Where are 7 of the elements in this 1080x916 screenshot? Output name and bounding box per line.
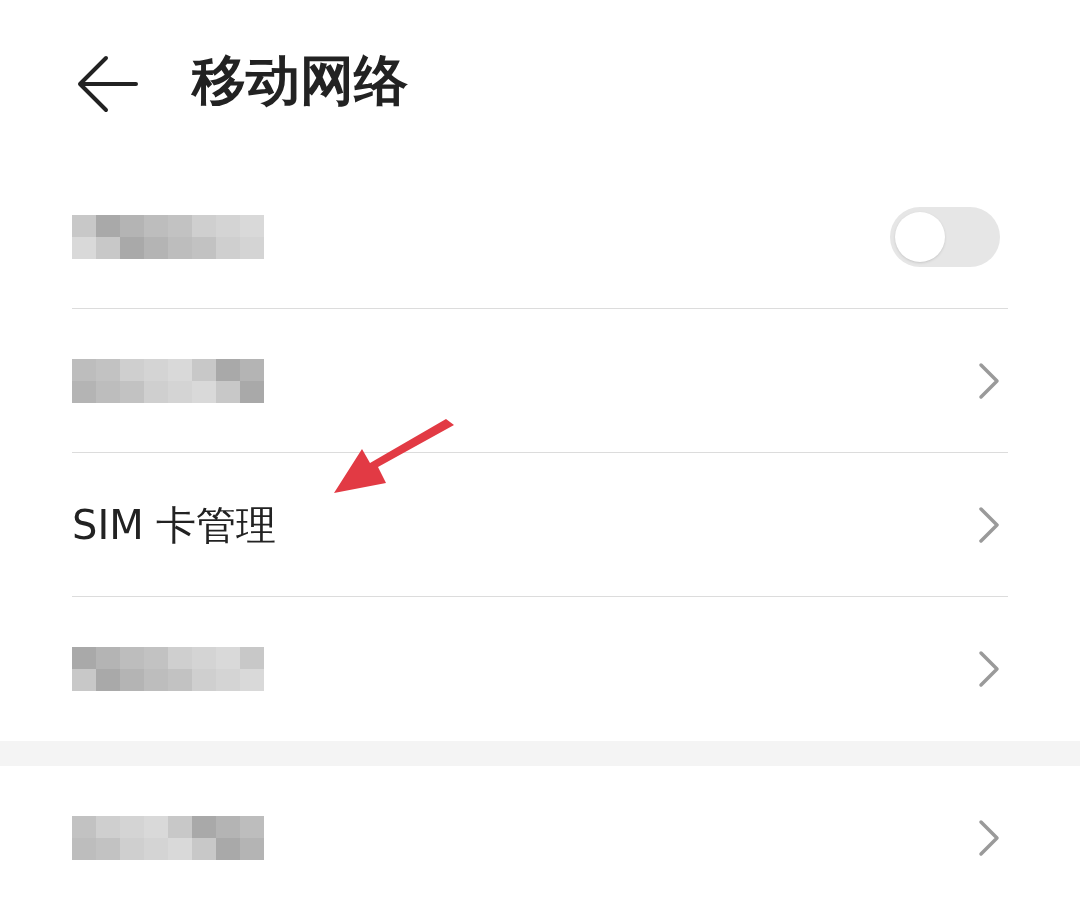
chevron-right-icon bbox=[978, 650, 1000, 688]
setting-label: SIM 卡管理 bbox=[72, 500, 277, 550]
page-title: 移动网络 bbox=[192, 54, 408, 108]
chevron-right-icon bbox=[978, 505, 1000, 544]
chevron-right-icon bbox=[978, 361, 1000, 400]
back-arrow-icon[interactable] bbox=[76, 54, 140, 114]
chevron-right-icon bbox=[978, 819, 1000, 857]
